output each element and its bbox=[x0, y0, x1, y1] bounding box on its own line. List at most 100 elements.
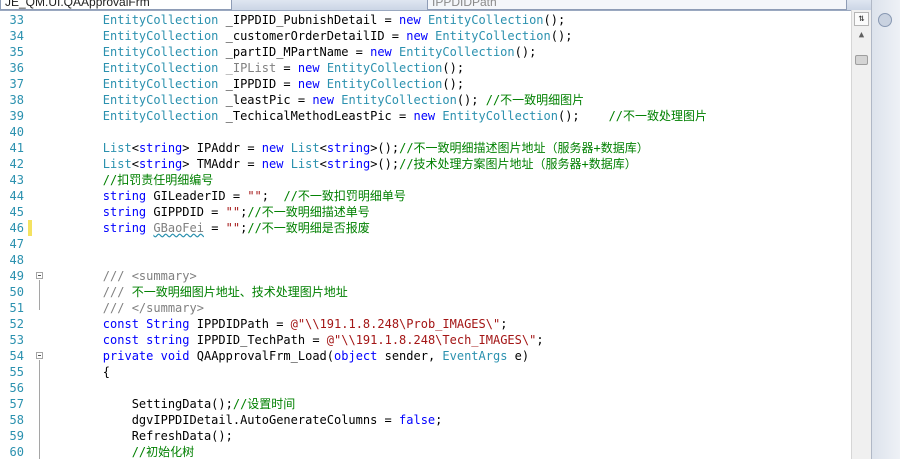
code-token: EntityCollection bbox=[102, 29, 219, 43]
code-token: string bbox=[326, 157, 371, 171]
code-text: RefreshData(); bbox=[45, 428, 233, 444]
line-number: 58 bbox=[9, 413, 24, 427]
code-line[interactable]: 60 //初始化树 bbox=[0, 444, 851, 459]
code-line[interactable]: 33 EntityCollection _IPPDID_PubnishDetai… bbox=[0, 12, 851, 28]
code-token: (); bbox=[442, 77, 465, 91]
code-token: new bbox=[413, 109, 436, 123]
code-line[interactable]: 42 List<string> TMAddr = new List<string… bbox=[0, 156, 851, 172]
code-token: (); bbox=[514, 45, 537, 59]
code-token: EntityCollection bbox=[102, 61, 219, 75]
code-text: SettingData();//设置时间 bbox=[45, 396, 296, 412]
collapse-icon[interactable] bbox=[36, 352, 43, 359]
code-line[interactable]: 59 RefreshData(); bbox=[0, 428, 851, 444]
code-line[interactable]: 39 EntityCollection _TechicalMethodLeast… bbox=[0, 108, 851, 124]
code-line[interactable]: 37 EntityCollection _IPPDID = new Entity… bbox=[0, 76, 851, 92]
collapse-icon[interactable] bbox=[36, 272, 43, 279]
member-dropdown[interactable]: IPPDIDPath bbox=[427, 0, 847, 10]
code-line[interactable]: 46 string GBaoFei = "";//不一致明细是否报废 bbox=[0, 220, 851, 236]
code-token: EntityCollection bbox=[435, 29, 551, 43]
code-line[interactable]: 55 { bbox=[0, 364, 851, 380]
scroll-up-arrow-icon[interactable]: ▲ bbox=[854, 28, 869, 43]
code-line[interactable]: 53 const string IPPDID_TechPath = @"\\19… bbox=[0, 332, 851, 348]
code-token: new bbox=[370, 45, 392, 59]
code-line[interactable]: 45 string GIPPDID = "";//不一致明细描述单号 bbox=[0, 204, 851, 220]
toolbox-icon[interactable] bbox=[878, 13, 892, 27]
code-token: EntityCollection bbox=[102, 77, 219, 91]
scrollbar-thumb[interactable] bbox=[855, 55, 868, 65]
code-line[interactable]: 52 const String IPPDIDPath = @"\\191.1.8… bbox=[0, 316, 851, 332]
code-token: //不一致扣罚明细单号 bbox=[283, 189, 406, 203]
code-token: ; bbox=[435, 413, 443, 427]
code-line[interactable]: 38 EntityCollection _leastPic = new Enti… bbox=[0, 92, 851, 108]
code-token: _TechicalMethodLeastPic = bbox=[218, 109, 414, 123]
line-number: 57 bbox=[9, 397, 24, 411]
code-token: > TMAddr = bbox=[182, 157, 262, 171]
code-token: new bbox=[399, 13, 421, 27]
code-line[interactable]: 41 List<string> IPAddr = new List<string… bbox=[0, 140, 851, 156]
code-token: string bbox=[138, 141, 183, 155]
code-line[interactable]: 36 EntityCollection _IPList = new Entity… bbox=[0, 60, 851, 76]
code-line[interactable]: 50 /// 不一致明细图片地址、技术处理图片地址 bbox=[0, 284, 851, 300]
member-dropdown-label: IPPDIDPath bbox=[432, 0, 497, 9]
code-token: //不一致明细图片 bbox=[485, 93, 585, 107]
code-line[interactable]: 44 string GILeaderID = ""; //不一致扣罚明细单号 bbox=[0, 188, 851, 204]
split-icon: ⇅ bbox=[858, 13, 865, 24]
code-line[interactable]: 43 //扣罚责任明细编号 bbox=[0, 172, 851, 188]
code-text: string GILeaderID = ""; //不一致扣罚明细单号 bbox=[45, 188, 406, 204]
line-number: 36 bbox=[9, 61, 24, 75]
code-token: GBaoFei bbox=[153, 221, 204, 235]
code-token: //不一致处理图片 bbox=[608, 109, 708, 123]
code-token: EntityCollection bbox=[442, 109, 558, 123]
code-line[interactable]: 56 bbox=[0, 380, 851, 396]
code-token: = bbox=[203, 221, 226, 235]
split-editor-button[interactable]: ⇅ bbox=[854, 12, 869, 26]
code-token: List bbox=[290, 141, 320, 155]
code-token: SettingData(); bbox=[45, 397, 233, 411]
code-line[interactable]: 35 EntityCollection _partID_MPartName = … bbox=[0, 44, 851, 60]
code-token: 不一致明细图片地址、技术处理图片地址 bbox=[124, 285, 348, 299]
code-token: dgvIPPDIDetail.AutoGenerateColumns = bbox=[45, 413, 400, 427]
code-text: /// </summary> bbox=[45, 300, 204, 316]
code-line[interactable]: 48 bbox=[0, 252, 851, 268]
code-text: string GIPPDID = "";//不一致明细描述单号 bbox=[45, 204, 370, 220]
code-token: < bbox=[319, 157, 327, 171]
code-line[interactable]: 40 bbox=[0, 124, 851, 140]
vertical-scrollbar[interactable]: ⇅ ▲ bbox=[851, 10, 871, 459]
code-token: string bbox=[102, 221, 147, 235]
code-text: /// 不一致明细图片地址、技术处理图片地址 bbox=[45, 284, 348, 300]
code-line[interactable]: 34 EntityCollection _customerOrderDetail… bbox=[0, 28, 851, 44]
code-line[interactable]: 47 bbox=[0, 236, 851, 252]
code-token: > IPAddr = bbox=[182, 141, 262, 155]
type-dropdown[interactable]: JE_QM.UI.QAApprovalFrm bbox=[0, 0, 232, 10]
code-text: /// <summary> bbox=[45, 268, 197, 284]
code-token: EntityCollection bbox=[102, 45, 219, 59]
code-token: //不一致明细是否报废 bbox=[247, 221, 370, 235]
code-token: e) bbox=[507, 349, 530, 363]
code-line[interactable]: 57 SettingData();//设置时间 bbox=[0, 396, 851, 412]
code-editor[interactable]: 33 EntityCollection _IPPDID_PubnishDetai… bbox=[0, 10, 851, 459]
line-number: 43 bbox=[9, 173, 24, 187]
code-line[interactable]: 49 /// <summary> bbox=[0, 268, 851, 284]
code-token: = bbox=[276, 61, 298, 75]
code-line[interactable]: 51 /// </summary> bbox=[0, 300, 851, 316]
code-token: List bbox=[102, 157, 132, 171]
code-line[interactable]: 58 dgvIPPDIDetail.AutoGenerateColumns = … bbox=[0, 412, 851, 428]
code-token: string bbox=[138, 157, 183, 171]
code-token: "" bbox=[225, 205, 241, 219]
line-number: 47 bbox=[9, 237, 24, 251]
code-token: "" bbox=[225, 221, 241, 235]
code-token: @"\\191.1.8.248\Tech_IMAGES\" bbox=[326, 333, 537, 347]
code-line[interactable]: 54 private void QAApprovalFrm_Load(objec… bbox=[0, 348, 851, 364]
